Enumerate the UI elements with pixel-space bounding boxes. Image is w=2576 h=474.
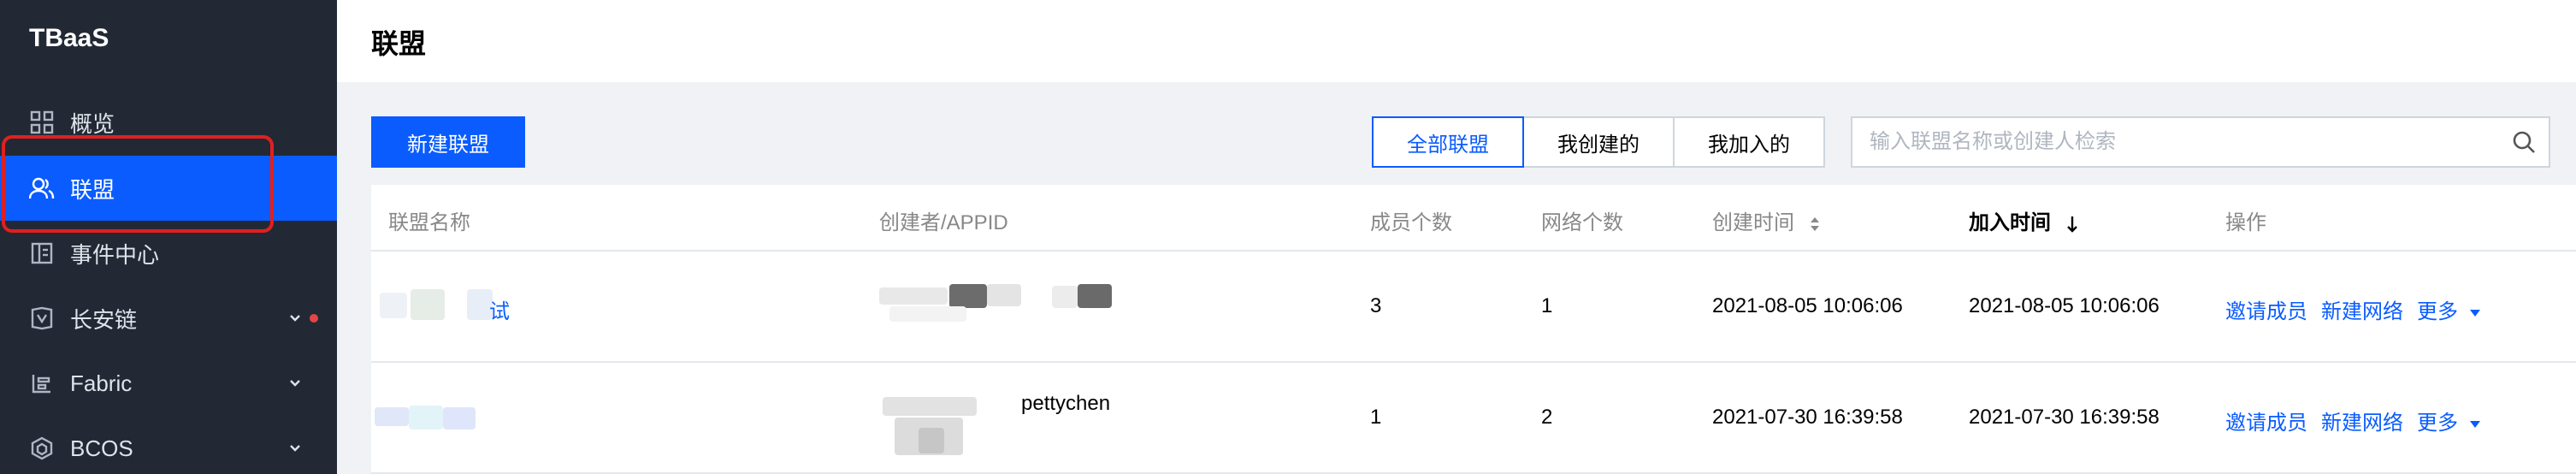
more-label: 更多 — [2417, 412, 2458, 435]
column-header-creator: 创建者/APPID — [879, 211, 1008, 234]
column-header-label: 加入时间 — [1969, 211, 2051, 234]
filter-created-by-me-button[interactable]: 我创建的 — [1522, 116, 1675, 168]
sort-icon — [1810, 216, 1819, 231]
sidebar-item-label: BCOS — [70, 435, 133, 461]
redacted-block — [443, 407, 476, 430]
more-dropdown[interactable]: 更多 — [2417, 406, 2481, 435]
column-header-label: 创建时间 — [1712, 211, 1794, 234]
sidebar-item-changan-chain[interactable]: 长安链 — [0, 286, 337, 351]
page-title: 联盟 — [371, 28, 427, 59]
more-label: 更多 — [2417, 300, 2458, 323]
joined-time: 2021-08-05 10:06:06 — [1969, 294, 2159, 317]
sidebar-item-alliance[interactable]: 联盟 — [0, 156, 337, 221]
column-header-name: 联盟名称 — [388, 211, 470, 234]
joined-time: 2021-07-30 16:39:58 — [1969, 406, 2159, 429]
table-header: 联盟名称 创建者/APPID 成员个数 网络个数 创建时间 加入时间 操作 — [371, 185, 2576, 252]
search-box — [1851, 116, 2550, 168]
redacted-block — [919, 428, 944, 453]
sidebar-item-fabric[interactable]: Fabric — [0, 351, 337, 416]
redacted-block — [380, 293, 407, 318]
filter-segmented-control: 全部联盟 我创建的 我加入的 — [1372, 116, 1825, 168]
chain-icon — [29, 305, 55, 331]
sidebar-item-overview[interactable]: 概览 — [0, 90, 337, 155]
notification-dot — [310, 314, 318, 323]
alliance-name-link[interactable]: 试 — [489, 294, 510, 324]
filter-joined-button[interactable]: 我加入的 — [1673, 116, 1825, 168]
redacted-block — [883, 397, 977, 416]
networks-count: 2 — [1541, 406, 1553, 429]
sidebar-item-label: 联盟 — [70, 176, 115, 203]
chevron-down-icon[interactable] — [287, 376, 303, 391]
column-header-created-time[interactable]: 创建时间 — [1712, 205, 1821, 235]
members-count: 3 — [1370, 294, 1382, 317]
redacted-block — [949, 284, 987, 308]
filter-all-button[interactable]: 全部联盟 — [1372, 116, 1524, 168]
search-icon[interactable] — [2511, 129, 2537, 155]
chevron-down-icon[interactable] — [287, 441, 303, 456]
redacted-block — [889, 306, 966, 322]
sidebar-item-label: 长安链 — [70, 306, 138, 333]
members-count: 1 — [1370, 406, 1382, 429]
column-header-members: 成员个数 — [1370, 211, 1452, 234]
created-time: 2021-08-05 10:06:06 — [1712, 294, 1903, 317]
sidebar-item-label: Fabric — [70, 370, 133, 396]
alliance-table: 联盟名称 创建者/APPID 成员个数 网络个数 创建时间 加入时间 操作 试 … — [371, 185, 2576, 474]
event-icon — [29, 240, 55, 266]
sidebar-item-label: 事件中心 — [70, 241, 160, 268]
column-header-joined-time[interactable]: 加入时间 — [1969, 205, 2079, 235]
redacted-block — [987, 284, 1021, 306]
created-time: 2021-07-30 16:39:58 — [1712, 406, 1903, 429]
page-header: 联盟 — [337, 0, 2576, 82]
redacted-block — [1078, 284, 1112, 308]
table-row: pettychen 1 2 2021-07-30 16:39:58 2021-0… — [371, 363, 2576, 474]
redacted-block — [409, 406, 443, 430]
caret-down-icon — [2469, 309, 2480, 317]
invite-member-link[interactable]: 邀请成员 — [2225, 294, 2307, 324]
sidebar-item-events[interactable]: 事件中心 — [0, 221, 337, 286]
redacted-block — [411, 289, 445, 320]
sidebar-item-label: 概览 — [70, 110, 115, 137]
app-logo: TBaaS — [29, 24, 109, 52]
bcos-icon — [29, 435, 55, 461]
create-network-link[interactable]: 新建网络 — [2321, 294, 2403, 324]
users-icon — [29, 175, 55, 201]
create-network-link[interactable]: 新建网络 — [2321, 406, 2403, 435]
sidebar-item-bcos[interactable]: BCOS — [0, 416, 337, 474]
dashboard-icon — [29, 110, 55, 135]
create-alliance-button[interactable]: 新建联盟 — [371, 116, 525, 168]
column-header-actions: 操作 — [2225, 211, 2266, 234]
table-row: 试 3 1 2021-08-05 10:06:06 2021-08-05 10:… — [371, 252, 2576, 363]
search-input[interactable] — [1870, 118, 2468, 166]
column-header-networks: 网络个数 — [1541, 211, 1623, 234]
sidebar: TBaaS 概览 联盟 事件中心 长安链 Fabric BCOS — [0, 0, 337, 474]
creator-name: pettychen — [1021, 392, 1111, 415]
networks-count: 1 — [1541, 294, 1553, 317]
caret-down-icon — [2469, 420, 2480, 428]
invite-member-link[interactable]: 邀请成员 — [2225, 406, 2307, 435]
fabric-icon — [29, 370, 55, 396]
chevron-down-icon[interactable] — [287, 311, 303, 326]
sort-descending-icon — [2066, 216, 2077, 233]
redacted-block — [879, 287, 948, 305]
redacted-block — [375, 407, 409, 426]
redacted-block — [1052, 286, 1078, 308]
more-dropdown[interactable]: 更多 — [2417, 294, 2481, 324]
